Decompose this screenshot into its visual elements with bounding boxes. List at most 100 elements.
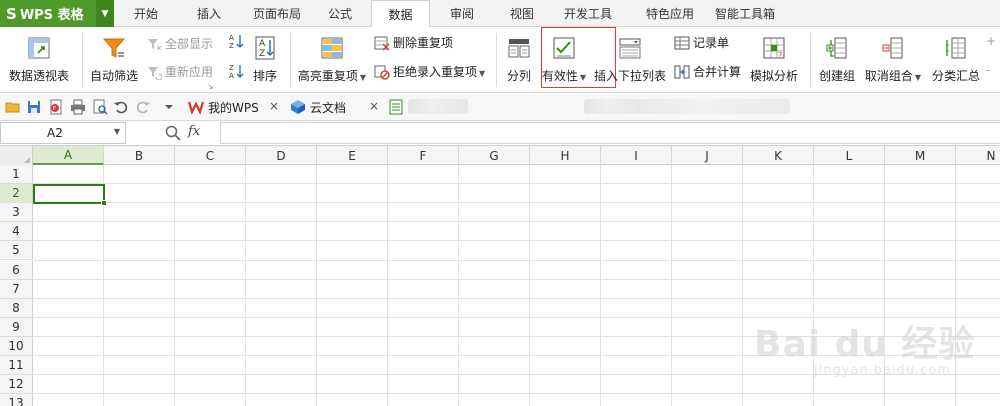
reject-duplicates-button[interactable]: 拒绝录入重复项 ▼ — [374, 63, 485, 80]
tab-insert[interactable]: 插入 — [184, 0, 234, 27]
tab-cloud-docs[interactable]: 云文档 — [290, 97, 346, 117]
insert-dropdown-list-button[interactable]: 插入下拉列表 — [594, 35, 666, 84]
row-header-1[interactable]: 1 — [0, 165, 33, 184]
open-folder-icon[interactable] — [5, 99, 21, 115]
grid-row-line — [33, 393, 1000, 395]
column-header-i[interactable]: I — [601, 146, 672, 165]
column-header-b[interactable]: B — [104, 146, 175, 165]
column-header-l[interactable]: L — [814, 146, 885, 165]
save-icon[interactable] — [26, 99, 42, 115]
tab-home[interactable]: 开始 — [120, 0, 172, 27]
print-preview-icon[interactable] — [92, 99, 108, 115]
row-header-13[interactable]: 13 — [0, 394, 33, 406]
close-tab-icon[interactable]: × — [369, 99, 379, 113]
text-to-columns-label: 分列 — [506, 69, 531, 83]
tab-formulas[interactable]: 公式 — [318, 0, 362, 27]
row-header-10[interactable]: 10 — [0, 336, 33, 356]
formula-bar: A2 ▼ fx — [0, 121, 1000, 146]
column-header-g[interactable]: G — [459, 146, 530, 165]
text-to-columns-button[interactable]: 分列 — [500, 35, 538, 84]
fill-handle[interactable] — [101, 200, 107, 206]
column-header-a[interactable]: A — [33, 146, 104, 165]
name-box[interactable]: A2 ▼ — [0, 122, 126, 144]
tab-smart-toolbox[interactable]: 智能工具箱 — [700, 0, 790, 27]
sort-za-icon: ZA — [229, 64, 244, 79]
row-header-8[interactable]: 8 — [0, 298, 33, 318]
column-header-k[interactable]: K — [743, 146, 814, 165]
column-header-f[interactable]: F — [388, 146, 459, 165]
active-cell-a2[interactable] — [33, 184, 105, 204]
record-form-button[interactable]: 记录单 — [674, 34, 729, 51]
select-all-corner[interactable] — [0, 146, 33, 165]
grid-column-line — [955, 165, 956, 406]
reapply-button[interactable]: 重新应用 — [146, 63, 213, 80]
undo-icon[interactable] — [113, 99, 129, 115]
consolidate-button[interactable]: 合并计算 — [674, 63, 741, 80]
column-header-c[interactable]: C — [175, 146, 246, 165]
redo-icon[interactable] — [135, 99, 151, 115]
tab-data[interactable]: 数据 — [371, 0, 430, 28]
autofilter-button[interactable]: 自动筛选 — [88, 35, 140, 84]
row-header-3[interactable]: 3 — [0, 203, 33, 223]
sort-az-icon: AZ — [229, 34, 244, 49]
show-all-button[interactable]: 全部显示 — [146, 35, 213, 52]
app-menu-button[interactable]: S WPS 表格 — [0, 0, 96, 27]
remove-duplicates-button[interactable]: 删除重复项 — [374, 34, 453, 51]
name-box-dropdown-icon[interactable]: ▼ — [114, 127, 120, 136]
row-header-9[interactable]: 9 — [0, 317, 33, 337]
ungroup-icon — [882, 37, 903, 59]
create-group-button[interactable]: 创建组 — [814, 35, 860, 84]
tab-review[interactable]: 审阅 — [440, 0, 484, 27]
tab-view[interactable]: 视图 — [500, 0, 544, 27]
sheet-doc-icon[interactable] — [388, 99, 404, 115]
ungroup-button[interactable]: 取消组合 ▼ — [864, 35, 922, 84]
export-pdf-icon[interactable]: P — [48, 99, 64, 115]
filter-dialog-launcher-icon[interactable]: ↘ — [207, 82, 214, 91]
row-header-11[interactable]: 11 — [0, 356, 33, 375]
worksheet-grid[interactable]: ABCDEFGHIJKLMN 1 2 3 4 5 6 7 8 9 10 11 12 13 — [0, 146, 1000, 406]
row-header-7[interactable]: 7 — [0, 279, 33, 299]
row-header-5[interactable]: 5 — [0, 241, 33, 261]
svg-text:A: A — [229, 72, 234, 79]
tab-cloud-docs-label: 云文档 — [310, 100, 347, 115]
formula-input[interactable] — [220, 122, 1000, 144]
insert-function-button[interactable]: fx — [188, 124, 200, 139]
hide-detail-button[interactable]: - — [986, 63, 990, 77]
show-detail-button[interactable]: + — [986, 34, 996, 48]
sort-button[interactable]: A Z 排序 — [248, 35, 282, 84]
filter-funnel-icon — [102, 38, 126, 58]
customize-toolbar-chevron-icon[interactable] — [163, 101, 175, 113]
close-tab-icon[interactable]: × — [269, 99, 279, 113]
column-header-d[interactable]: D — [246, 146, 317, 165]
row-header-4[interactable]: 4 — [0, 222, 33, 242]
blurred-tab[interactable] — [408, 99, 468, 114]
column-header-e[interactable]: E — [317, 146, 388, 165]
tab-page-layout[interactable]: 页面布局 — [244, 0, 310, 27]
sort-label: 排序 — [252, 69, 277, 83]
row-header-12[interactable]: 12 — [0, 375, 33, 395]
sort-ascending-button[interactable]: AZ — [228, 33, 247, 49]
tab-my-wps[interactable]: 我的WPS — [188, 97, 259, 117]
subtotal-button[interactable]: 分类汇总 — [928, 35, 984, 84]
blurred-tab[interactable] — [584, 99, 640, 114]
wps-w-logo-icon — [188, 101, 204, 115]
row-header-6[interactable]: 6 — [0, 260, 33, 280]
column-header-j[interactable]: J — [672, 146, 743, 165]
app-menu-dropdown-icon[interactable]: ▼ — [96, 0, 114, 27]
highlight-duplicates-button[interactable]: 高亮重复项 ▼ — [296, 35, 368, 84]
what-if-analysis-label: 模拟分析 — [749, 69, 798, 83]
column-headers: ABCDEFGHIJKLMN — [0, 146, 1000, 165]
pivot-table-button[interactable]: 数据透视表 — [8, 35, 70, 84]
column-header-m[interactable]: M — [885, 146, 956, 165]
tab-developer[interactable]: 开发工具 — [556, 0, 620, 27]
autofilter-label: 自动筛选 — [89, 69, 138, 83]
column-header-n[interactable]: N — [956, 146, 1000, 165]
what-if-analysis-button[interactable]: ? 模拟分析 — [746, 35, 802, 84]
column-header-h[interactable]: H — [530, 146, 601, 165]
row-header-2[interactable]: 2 — [0, 184, 33, 204]
print-icon[interactable] — [70, 99, 86, 115]
sort-descending-button[interactable]: ZA — [228, 63, 247, 79]
zoom-icon[interactable] — [164, 124, 182, 142]
grid-column-line — [600, 165, 601, 406]
blurred-tab[interactable] — [640, 99, 790, 114]
